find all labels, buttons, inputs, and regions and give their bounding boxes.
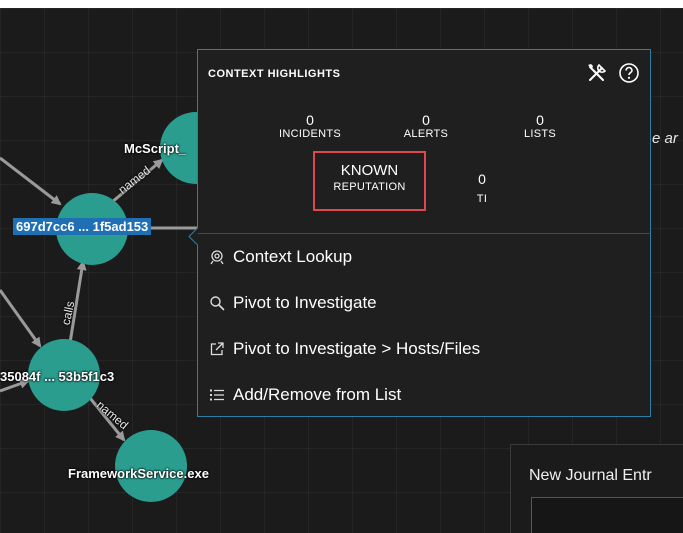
menu-item-add-remove-list[interactable]: Add/Remove from List xyxy=(198,372,650,418)
external-link-icon xyxy=(209,341,225,357)
lists-count: 0 xyxy=(536,112,544,128)
side-panel-text: e ar xyxy=(652,130,678,147)
context-highlights-title: CONTEXT HIGHLIGHTS xyxy=(208,68,341,80)
menu-item-context-lookup[interactable]: Context Lookup xyxy=(198,234,650,280)
alerts-label: ALERTS xyxy=(403,128,449,140)
context-lookup-icon xyxy=(209,249,225,265)
menu-item-label: Pivot to Investigate > Hosts/Files xyxy=(233,339,481,358)
reputation-value: KNOWN xyxy=(340,162,399,179)
incidents-count: 0 xyxy=(306,112,314,128)
reputation-label: REPUTATION xyxy=(333,181,406,193)
menu-item-label: Add/Remove from List xyxy=(233,385,402,404)
stat-ti[interactable]: 0 TI xyxy=(437,171,527,205)
tools-icon[interactable] xyxy=(586,62,608,84)
lists-label: LISTS xyxy=(523,128,557,140)
edge-incoming-2 xyxy=(0,289,42,348)
incidents-label: INCIDENTS xyxy=(279,128,341,140)
stat-alerts[interactable]: 0 ALERTS xyxy=(381,112,471,140)
stat-incidents[interactable]: 0 INCIDENTS xyxy=(265,112,355,140)
ti-label: TI xyxy=(476,193,488,205)
context-toolbar xyxy=(586,62,640,84)
journal-title: New Journal Entr xyxy=(529,467,652,484)
menu-item-label: Pivot to Investigate xyxy=(233,293,377,312)
context-action-menu: Context Lookup Pivot to Investigate Pivo… xyxy=(198,234,650,418)
graph-canvas[interactable]: McScript_ 697d7cc6 ... 1f5ad153 35084f .… xyxy=(0,8,683,533)
node-label-mcscript[interactable]: McScript_ xyxy=(124,141,186,156)
ti-count: 0 xyxy=(478,171,486,187)
reputation-highlight[interactable]: KNOWN REPUTATION xyxy=(313,151,426,211)
alerts-count: 0 xyxy=(422,112,430,128)
node-label-hash2[interactable]: 35084f ... 53b5f1c3 xyxy=(0,369,114,384)
node-label-hash1[interactable]: 697d7cc6 ... 1f5ad153 xyxy=(13,218,152,235)
search-icon xyxy=(209,295,225,311)
node-label-framework[interactable]: FrameworkService.exe xyxy=(68,466,209,481)
journal-entry-input[interactable] xyxy=(531,497,683,533)
list-icon xyxy=(209,387,225,403)
help-circle-icon[interactable] xyxy=(618,62,640,84)
menu-item-pivot-investigate[interactable]: Pivot to Investigate xyxy=(198,280,650,326)
stat-lists[interactable]: 0 LISTS xyxy=(495,112,585,140)
menu-item-label: Context Lookup xyxy=(233,247,353,266)
menu-item-pivot-hosts-files[interactable]: Pivot to Investigate > Hosts/Files xyxy=(198,326,650,372)
journal-panel: New Journal Entr xyxy=(510,444,683,533)
context-highlights-popup: CONTEXT HIGHLIGHTS 0 INCIDENTS 0 ALERTS … xyxy=(197,49,651,417)
edge-incoming-1 xyxy=(0,156,62,206)
